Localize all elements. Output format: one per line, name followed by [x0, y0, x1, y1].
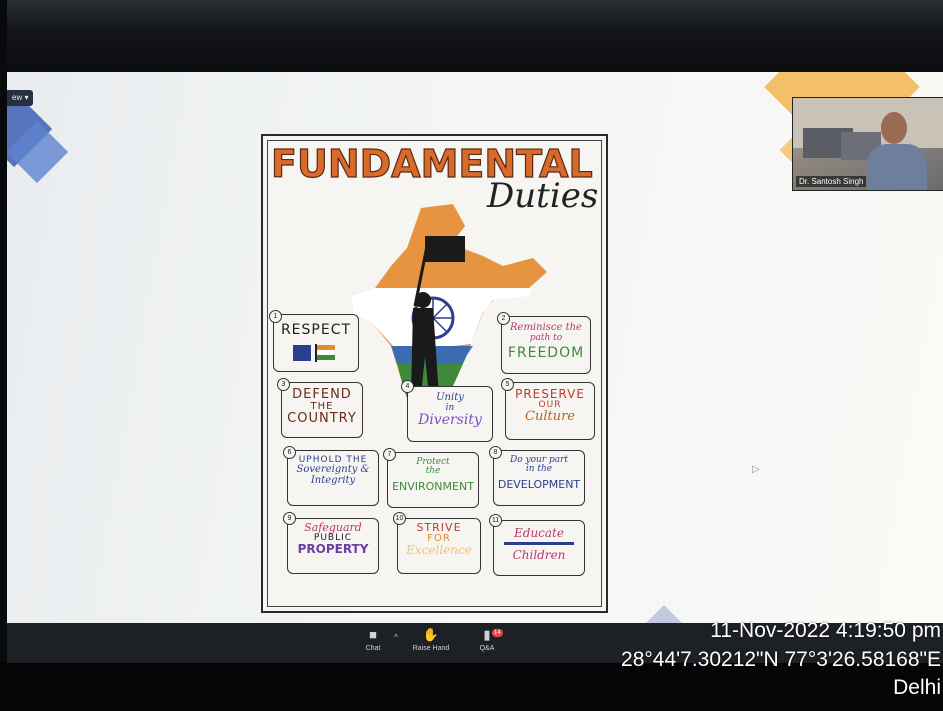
duty-card: RESPECT	[273, 314, 359, 372]
qa-icon: ▮	[483, 627, 491, 642]
duty-card: Do your part in the DEVELOPMENT	[493, 450, 585, 506]
hand-icon: ✋	[422, 627, 440, 642]
duty-number: 6	[283, 446, 296, 459]
view-options-button[interactable]: ew ▾	[7, 90, 34, 106]
duty-text: Integrity	[310, 474, 356, 486]
duty-text: in the	[525, 464, 553, 475]
duty-text: PRESERVE	[515, 387, 585, 401]
shared-poster: FUNDAMENTAL Duties RESPECT 1 Reminisce t…	[261, 134, 608, 613]
qa-count-badge: 14	[492, 629, 503, 637]
duty-text: Educate	[514, 526, 564, 540]
duty-text: COUNTRY	[287, 411, 357, 427]
duty-text: Diversity	[418, 411, 482, 428]
duty-card: Protect the ENVIRONMENT	[387, 452, 479, 508]
qa-label: Q&A	[479, 645, 495, 652]
duty-number: 2	[497, 312, 510, 325]
raise-hand-label: Raise Hand	[412, 645, 450, 652]
raise-hand-button[interactable]: ✋ Raise Hand	[401, 627, 461, 655]
duty-text: DEFEND	[292, 387, 352, 402]
duty-text: Safeguard	[304, 521, 362, 534]
duty-text: RESPECT	[280, 322, 352, 338]
duty-card: Reminisce the path to FREEDOM	[501, 316, 591, 374]
participant-avatar	[867, 144, 927, 190]
participant-video-tile[interactable]: Dr. Santosh Singh	[792, 97, 943, 191]
duty-text: Reminisce the	[510, 322, 582, 333]
duty-number: 7	[383, 448, 396, 461]
duty-text: Unity	[436, 392, 464, 403]
decor-shape	[639, 604, 689, 623]
duty-card: PRESERVE OUR Culture	[505, 382, 595, 440]
duty-text: path to	[529, 332, 563, 343]
flag-icon	[293, 343, 336, 362]
duty-text: Culture	[525, 409, 575, 425]
duty-text: DEVELOPMENT	[497, 477, 581, 491]
monitor-bezel-left	[0, 0, 7, 711]
participant-avatar	[881, 112, 907, 144]
duty-text: Excellence	[406, 543, 472, 558]
webinar-screen: ew ▾ FUNDAMENTAL Duties RESPECT 1 Remini…	[7, 72, 943, 623]
participant-name: Dr. Santosh Singh	[796, 176, 867, 187]
duty-card: Safeguard PUBLIC PROPERTY	[287, 518, 379, 574]
duty-number: 1	[269, 310, 282, 323]
qa-button[interactable]: ▮ 14 Q&A	[457, 627, 517, 655]
duty-text: PROPERTY	[297, 541, 369, 556]
duty-number: 5	[501, 378, 514, 391]
duty-number: 9	[283, 512, 296, 525]
camera-timestamp: 11-Nov-2022 4:19:50 pm	[710, 619, 941, 642]
camera-location-city: Delhi	[893, 676, 941, 699]
duty-text: ENVIRONMENT	[392, 479, 474, 493]
duty-number: 11	[489, 514, 502, 527]
camera-gps-coordinates: 28°44'7.30212"N 77°3'26.58168"E	[621, 648, 941, 671]
duty-text: the	[425, 466, 441, 477]
duty-card: Educate Children	[493, 520, 585, 576]
duty-number: 4	[401, 380, 414, 393]
duty-number: 8	[489, 446, 502, 459]
duty-number: 3	[277, 378, 290, 391]
duty-card: DEFEND THE COUNTRY	[281, 382, 363, 438]
chevron-up-icon[interactable]: ^	[394, 633, 398, 642]
duty-card: STRIVE FOR Excellence	[397, 518, 481, 574]
mouse-cursor-icon: ▷	[752, 464, 760, 475]
duty-text: FREEDOM	[507, 344, 585, 361]
duty-card: UPHOLD THE Sovereignty & Integrity	[287, 450, 379, 506]
duty-text: STRIVE	[416, 521, 462, 534]
duty-number: 10	[393, 512, 406, 525]
chat-label: Chat	[365, 645, 381, 652]
duty-text: Children	[512, 547, 566, 562]
duty-card: Unity in Diversity	[407, 386, 493, 442]
divider	[504, 541, 574, 545]
poster-subtitle: Duties	[487, 176, 599, 216]
